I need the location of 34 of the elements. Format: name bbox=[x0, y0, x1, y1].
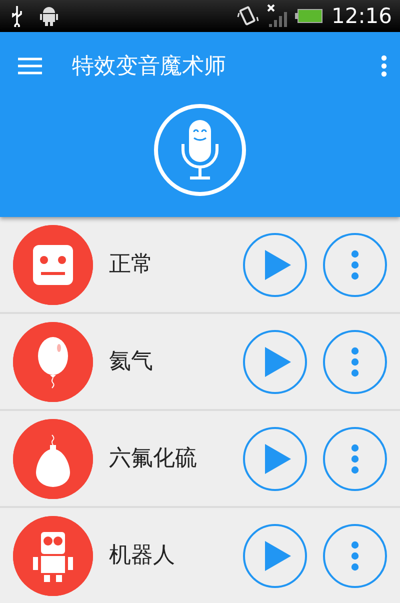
play-icon bbox=[264, 346, 290, 376]
play-icon bbox=[264, 444, 290, 474]
usb-icon bbox=[10, 5, 24, 27]
record-button[interactable] bbox=[154, 104, 246, 196]
effect-name: 机器人 bbox=[109, 542, 176, 570]
more-options-button[interactable] bbox=[323, 232, 387, 296]
water-balloon-icon bbox=[13, 418, 93, 498]
effect-name: 六氟化硫 bbox=[109, 445, 198, 473]
app-title: 特效变音魔术师 bbox=[72, 52, 226, 80]
more-icon bbox=[351, 540, 359, 570]
vibrate-icon bbox=[237, 5, 260, 27]
android-icon bbox=[40, 5, 58, 27]
more-icon bbox=[351, 250, 359, 280]
menu-button[interactable] bbox=[18, 57, 42, 75]
more-icon bbox=[351, 346, 359, 376]
robot-icon bbox=[13, 516, 93, 596]
balloon-icon bbox=[13, 322, 93, 402]
play-button[interactable] bbox=[243, 330, 307, 394]
clock-time: 12:16 bbox=[331, 6, 392, 26]
effect-name: 正常 bbox=[109, 251, 154, 279]
face-icon bbox=[13, 224, 93, 304]
more-options-button[interactable] bbox=[323, 524, 387, 588]
play-button[interactable] bbox=[243, 524, 307, 588]
play-button[interactable] bbox=[243, 426, 307, 490]
battery-icon bbox=[295, 9, 324, 23]
play-button[interactable] bbox=[243, 232, 307, 296]
play-icon bbox=[264, 540, 290, 570]
more-options-button[interactable] bbox=[323, 426, 387, 490]
play-icon bbox=[264, 250, 290, 280]
effect-name: 氦气 bbox=[109, 348, 154, 376]
overflow-menu-button[interactable] bbox=[380, 55, 388, 77]
more-icon bbox=[351, 444, 359, 474]
more-options-button[interactable] bbox=[323, 330, 387, 394]
microphone-icon bbox=[180, 120, 220, 180]
